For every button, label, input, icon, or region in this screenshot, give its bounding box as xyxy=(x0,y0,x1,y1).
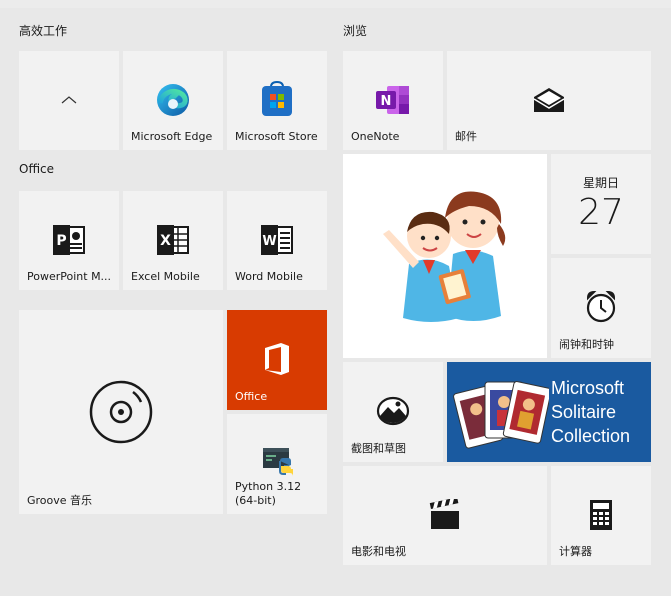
tile-office[interactable]: Office xyxy=(227,310,327,410)
word-icon: W xyxy=(261,225,293,255)
tile-mail[interactable]: 邮件 xyxy=(447,51,651,150)
chevron-up-icon xyxy=(61,96,77,104)
tile-photo-cartoon[interactable] xyxy=(343,154,547,358)
tile-powerpoint-mobile[interactable]: P PowerPoint M... xyxy=(19,191,119,290)
powerpoint-icon: P xyxy=(53,225,85,255)
tile-label-line: (64-bit) xyxy=(235,494,276,507)
calculator-icon xyxy=(590,500,612,530)
tile-label: OneNote xyxy=(351,130,400,143)
tile-label: 闹钟和时钟 xyxy=(559,338,614,351)
tile-calculator[interactable]: 计算器 xyxy=(551,466,651,565)
playing-cards-icon xyxy=(453,381,549,449)
onenote-icon: N xyxy=(376,86,409,114)
tile-label: Microsoft Store xyxy=(235,130,318,143)
tile-label: Excel Mobile xyxy=(131,270,200,283)
tile-onenote[interactable]: N OneNote xyxy=(343,51,443,150)
collapse-group-tile[interactable] xyxy=(19,51,119,150)
solitaire-title-line: Microsoft xyxy=(551,378,625,398)
alarm-clock-icon xyxy=(586,290,616,323)
tile-label: Word Mobile xyxy=(235,270,303,283)
tile-calendar[interactable]: 星期日 27 xyxy=(551,154,651,254)
calendar-date: 27 xyxy=(578,192,624,233)
groove-disc-icon xyxy=(89,380,153,444)
tile-label: Microsoft Edge xyxy=(131,130,213,143)
group-title-office: Office xyxy=(19,162,55,176)
svg-text:X: X xyxy=(160,233,171,249)
solitaire-title: Microsoft Solitaire Collection xyxy=(551,376,630,448)
tile-groove-music[interactable]: Groove 音乐 xyxy=(19,310,223,514)
cartoon-children-image xyxy=(383,191,506,322)
office-logo-icon xyxy=(265,343,289,375)
tile-alarms-clock[interactable]: 闹钟和时钟 xyxy=(551,258,651,358)
tile-excel-mobile[interactable]: X Excel Mobile xyxy=(123,191,223,290)
svg-text:P: P xyxy=(56,233,66,249)
solitaire-title-line: Solitaire xyxy=(551,402,617,422)
calendar-weekday: 星期日 xyxy=(582,176,619,190)
top-edge-strip xyxy=(0,0,671,8)
clapperboard-icon xyxy=(429,499,459,529)
tile-label: 计算器 xyxy=(559,545,592,558)
tile-solitaire-collection[interactable]: Microsoft Solitaire Collection xyxy=(447,362,651,462)
edge-icon xyxy=(157,84,189,116)
tile-label: Groove 音乐 xyxy=(27,494,93,507)
tile-label: 电影和电视 xyxy=(351,545,406,558)
snip-sketch-icon xyxy=(376,396,410,426)
svg-text:W: W xyxy=(262,234,276,249)
store-bag-icon xyxy=(262,81,292,116)
solitaire-title-line: Collection xyxy=(551,426,631,446)
svg-text:N: N xyxy=(381,94,392,109)
group-title-browse: 浏览 xyxy=(343,24,368,38)
tile-label: PowerPoint M... xyxy=(27,270,112,283)
group-title-productivity: 高效工作 xyxy=(19,24,68,38)
tile-microsoft-edge[interactable]: Microsoft Edge xyxy=(123,51,223,150)
tile-microsoft-store[interactable]: Microsoft Store xyxy=(227,51,327,150)
tile-python[interactable]: Python 3.12 (64-bit) xyxy=(227,414,327,514)
python-icon xyxy=(263,448,293,477)
tile-snip-sketch[interactable]: 截图和草图 xyxy=(343,362,443,462)
tile-label: Office xyxy=(235,390,268,403)
tile-label: 截图和草图 xyxy=(351,442,406,455)
tile-word-mobile[interactable]: W Word Mobile xyxy=(227,191,327,290)
tile-label: Python 3.12 (64-bit) xyxy=(235,480,321,508)
tile-label: 邮件 xyxy=(455,130,477,143)
excel-icon: X xyxy=(157,225,189,255)
mail-envelope-icon xyxy=(533,88,565,112)
tile-label-line: Python 3.12 xyxy=(235,480,302,493)
tile-movies-tv[interactable]: 电影和电视 xyxy=(343,466,547,565)
